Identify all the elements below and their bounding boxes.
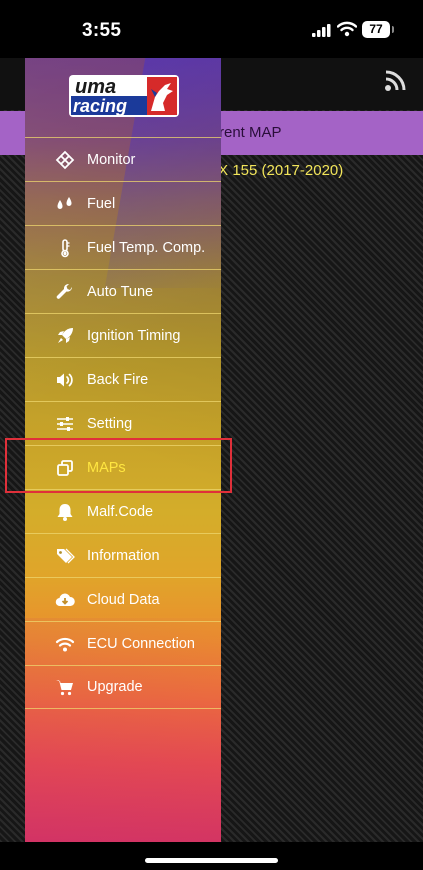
menu-item-ecu-connection[interactable]: ECU Connection [25,621,221,665]
rocket-icon [55,326,75,346]
fuel-drops-icon [55,194,75,214]
wrench-icon [55,282,75,302]
menu-label: Auto Tune [87,283,154,300]
battery-icon: 77 [362,21,394,38]
home-indicator[interactable] [145,858,278,863]
menu-item-back-fire[interactable]: Back Fire [25,357,221,401]
speaker-icon [55,370,75,390]
cloud-download-icon [55,590,75,610]
menu-label: Information [87,547,160,564]
menu-item-monitor[interactable]: Monitor [25,137,221,181]
menu-label: Upgrade [87,679,143,695]
menu-item-malf-code[interactable]: Malf.Code [25,489,221,533]
thermometer-icon [55,238,75,258]
bell-icon [55,502,75,522]
svg-text:racing: racing [73,96,127,116]
app-screen: 3:55 77 rrent MAP /X 155 (2017-2020) uma… [0,0,423,870]
menu-label: Fuel [87,195,116,212]
wifi-icon [55,634,75,654]
menu-label: Cloud Data [87,591,160,608]
maps-highlight-box [5,438,232,493]
menu-label: Ignition Timing [87,327,181,344]
menu-item-fuel[interactable]: Fuel [25,181,221,225]
tags-icon [55,546,75,566]
menu-label: Back Fire [87,371,149,388]
menu-item-information[interactable]: Information [25,533,221,577]
menu-label: ECU Connection [87,635,195,652]
vehicle-model-text: /X 155 (2017-2020) [214,162,344,179]
menu-item-fuel-temp-comp[interactable]: Fuel Temp. Comp. [25,225,221,269]
status-time: 3:55 [82,20,122,41]
wifi-status-icon [337,21,357,37]
side-menu: Monitor Fuel Fuel Temp. Comp. Auto Tune [25,137,221,709]
home-indicator-area [0,842,423,870]
monitor-icon [55,150,75,170]
menu-item-cloud-data[interactable]: Cloud Data [25,577,221,621]
menu-item-ignition-timing[interactable]: Ignition Timing [25,313,221,357]
menu-label: Malf.Code [87,503,154,520]
cart-icon [55,677,75,697]
sliders-icon [55,414,75,434]
cellular-signal-icon [312,24,331,37]
menu-label: Monitor [87,151,136,168]
svg-text:uma: uma [75,76,116,98]
menu-label: Fuel Temp. Comp. [87,239,206,256]
status-bar: 3:55 77 [0,0,423,58]
uma-racing-logo: uma racing [69,75,179,117]
menu-item-auto-tune[interactable]: Auto Tune [25,269,221,313]
menu-item-upgrade[interactable]: Upgrade [25,665,221,709]
rss-feed-icon[interactable] [384,70,406,92]
current-map-label: rrent MAP [214,124,282,141]
menu-label: Setting [87,415,133,432]
